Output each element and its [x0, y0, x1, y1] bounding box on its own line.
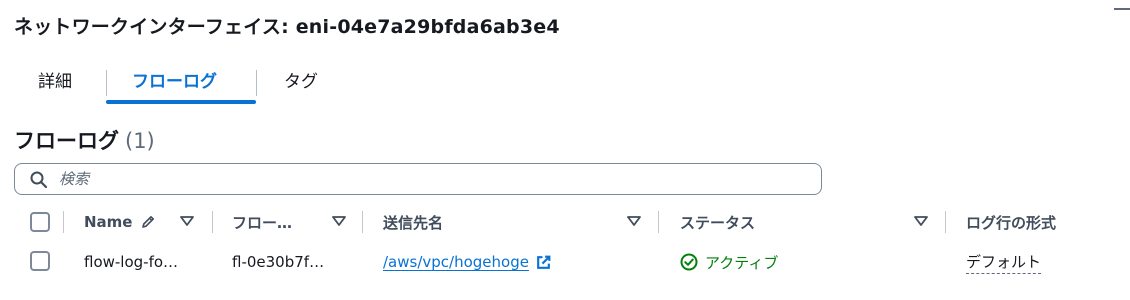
section-title: フローログ — [14, 129, 119, 153]
column-header-status[interactable]: ステータス — [680, 208, 755, 236]
active-tab-indicator — [106, 100, 256, 104]
column-separator — [945, 211, 946, 233]
select-all-checkbox[interactable] — [30, 212, 50, 232]
cell-destination: /aws/vpc/hogehoge — [383, 250, 552, 274]
tab-separator — [106, 70, 107, 96]
column-header-label: Name — [84, 213, 133, 231]
tab-separator — [256, 70, 257, 96]
section-header: フローログ (1) — [14, 125, 155, 155]
column-header-label: ログ行の形式 — [966, 213, 1057, 232]
search-box — [14, 163, 822, 195]
page-title: ネットワークインターフェイス: eni-04e7a29bfda6ab3e4 — [14, 16, 560, 38]
column-header-label: 送信先名 — [383, 213, 444, 232]
caret-down-icon[interactable] — [627, 216, 641, 226]
search-input[interactable] — [59, 166, 799, 192]
log-format-value[interactable]: デフォルト — [966, 251, 1042, 274]
column-header-label: フロー… — [232, 213, 293, 232]
pencil-icon — [142, 216, 155, 228]
check-circle-icon — [680, 253, 698, 271]
column-header-name[interactable]: Name — [84, 208, 156, 236]
search-icon — [30, 171, 48, 189]
cell-flow-log-id: fl-0e30b7f… — [232, 253, 325, 271]
caret-down-icon[interactable] — [914, 216, 928, 226]
tab-tags[interactable]: タグ — [284, 62, 318, 102]
caret-down-icon[interactable] — [332, 216, 346, 226]
tab-flow-logs[interactable]: フローログ — [132, 62, 217, 102]
column-separator — [658, 211, 659, 233]
destination-link[interactable]: /aws/vpc/hogehoge — [383, 253, 529, 271]
column-header-label: ステータス — [680, 213, 756, 232]
caret-down-icon[interactable] — [180, 216, 194, 226]
tab-details[interactable]: 詳細 — [38, 62, 72, 102]
column-separator — [63, 211, 64, 233]
column-header-destination[interactable]: 送信先名 — [383, 208, 443, 236]
column-separator — [362, 211, 363, 233]
cell-log-format: デフォルト — [966, 250, 1042, 274]
row-checkbox[interactable] — [30, 251, 50, 271]
column-separator — [212, 211, 213, 233]
column-header-flow-log-id[interactable]: フロー… — [232, 208, 292, 236]
cell-status: アクティブ — [680, 250, 778, 274]
corner-mark — [1114, 8, 1130, 10]
external-link-icon[interactable] — [535, 254, 552, 271]
section-count: (1) — [125, 129, 155, 153]
tab-bar: 詳細 フローログ タグ — [14, 62, 414, 106]
column-header-log-format[interactable]: ログ行の形式 — [966, 208, 1056, 236]
status-text: アクティブ — [705, 253, 779, 272]
cell-name: flow-log-fo… — [84, 253, 179, 271]
